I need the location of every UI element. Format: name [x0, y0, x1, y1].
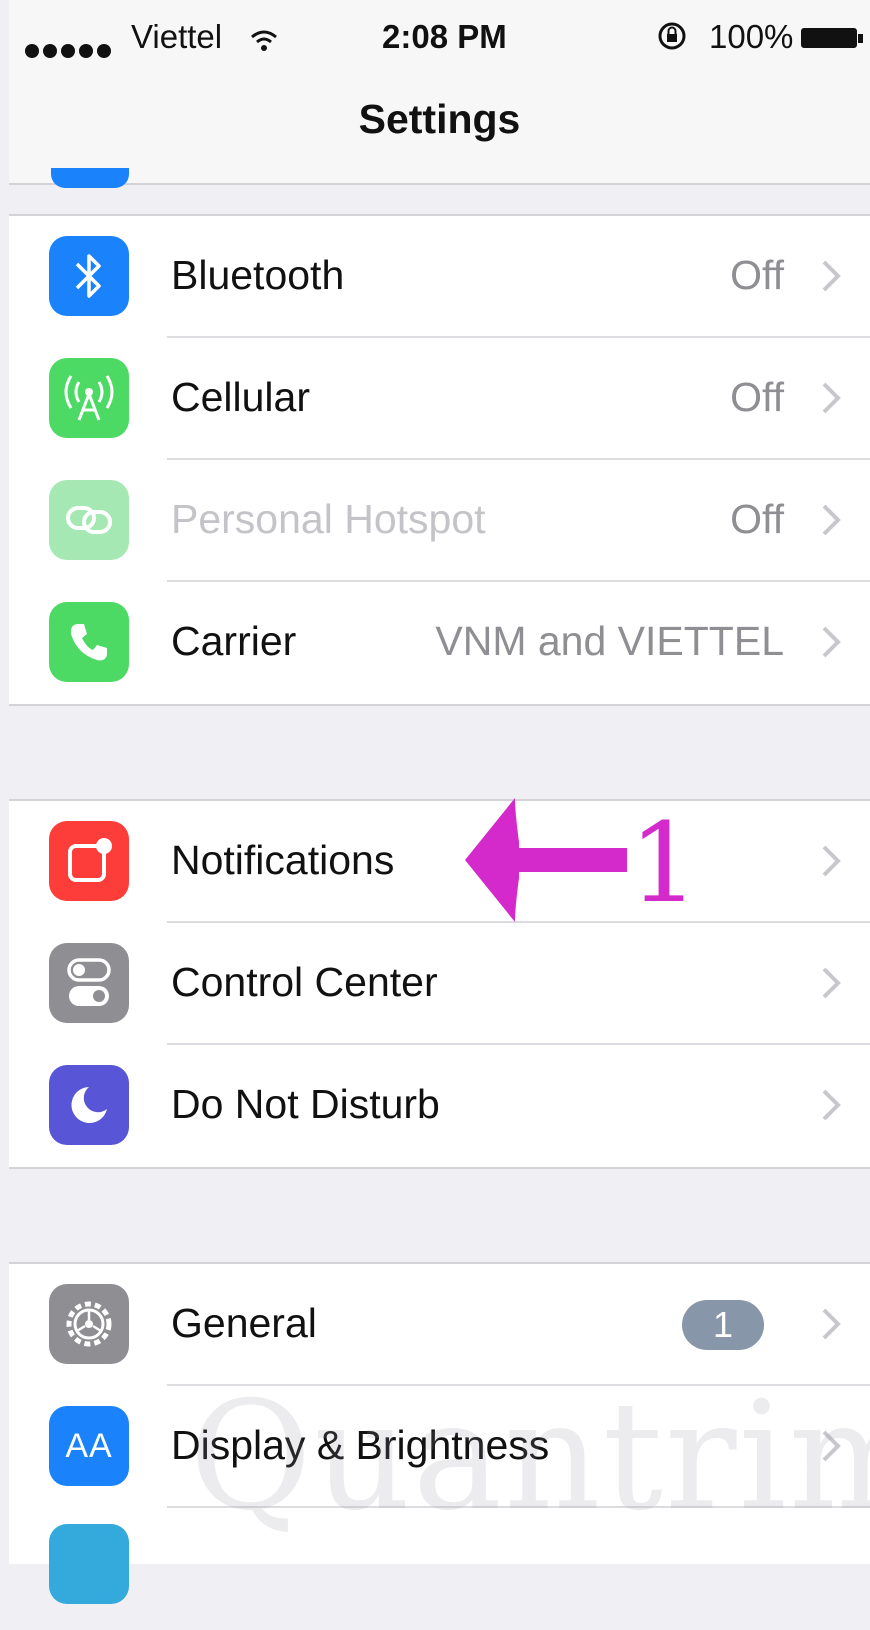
row-value: Off [730, 374, 784, 420]
notifications-icon [49, 821, 129, 901]
status-time: 2:08 PM [382, 18, 507, 55]
page-title: Settings [358, 96, 521, 142]
moon-icon [49, 1065, 129, 1145]
chevron-right-icon [822, 967, 841, 999]
top-bar: Viettel 2:08 PM 100% Settings [9, 0, 870, 188]
row-value: Off [730, 496, 784, 542]
row-label: Personal Hotspot [171, 496, 486, 542]
row-label: Carrier [171, 618, 297, 664]
row-label: Cellular [171, 374, 310, 420]
settings-row-personal-hotspot: Personal Hotspot Off [9, 460, 870, 582]
row-label: Notifications [171, 837, 395, 883]
annotation-number: 1 [629, 799, 699, 927]
hotspot-link-icon [49, 480, 129, 560]
text-size-icon: AA [49, 1406, 129, 1486]
row-label: Control Center [171, 959, 438, 1005]
row-label: General [171, 1300, 317, 1346]
row-label: Bluetooth [171, 252, 345, 298]
carrier-name: Viettel [131, 18, 223, 55]
chevron-right-icon [822, 1089, 841, 1121]
row-value: Off [730, 252, 784, 298]
settings-row-general[interactable]: General 1 [9, 1264, 870, 1386]
wifi-icon [249, 22, 279, 60]
bluetooth-icon [49, 236, 129, 316]
chevron-right-icon [822, 260, 841, 292]
orientation-lock-icon [656, 20, 688, 60]
connectivity-group: Bluetooth Off Cellular Off Personal Hots… [9, 214, 870, 706]
control-center-icon [49, 943, 129, 1023]
settings-row-notifications[interactable]: Notifications [9, 801, 870, 923]
update-count-badge: 1 [682, 1300, 764, 1350]
annotation-arrow-icon [465, 798, 627, 922]
chevron-right-icon [822, 1308, 841, 1340]
settings-row-bluetooth[interactable]: Bluetooth Off [9, 216, 870, 338]
cellular-antenna-icon [49, 358, 129, 438]
row-label: Do Not Disturb [171, 1081, 440, 1127]
settings-row-control-center[interactable]: Control Center [9, 923, 870, 1045]
settings-row-cellular[interactable]: Cellular Off [9, 338, 870, 460]
notifications-group: Notifications Control Center Do Not Dist… [9, 799, 870, 1169]
chevron-right-icon [822, 845, 841, 877]
gear-icon [49, 1284, 129, 1364]
settings-row-do-not-disturb[interactable]: Do Not Disturb [9, 1045, 870, 1167]
status-bar: Viettel 2:08 PM 100% [9, 8, 870, 63]
watermark-logo: Quantrimang [189, 1370, 870, 1544]
signal-strength-icon [25, 28, 115, 58]
phone-icon [49, 602, 129, 682]
settings-row-carrier[interactable]: Carrier VNM and VIETTEL [9, 582, 870, 704]
settings-screen: Viettel 2:08 PM 100% Settings Bluetooth … [9, 0, 870, 1604]
battery-icon [801, 28, 857, 48]
wallpaper-icon [49, 1524, 129, 1604]
row-value: VNM and VIETTEL [435, 618, 784, 664]
chevron-right-icon [822, 504, 841, 536]
battery-percentage: 100% [709, 18, 794, 55]
chevron-right-icon [822, 626, 841, 658]
partially-hidden-icon [51, 168, 129, 188]
chevron-right-icon [822, 382, 841, 414]
